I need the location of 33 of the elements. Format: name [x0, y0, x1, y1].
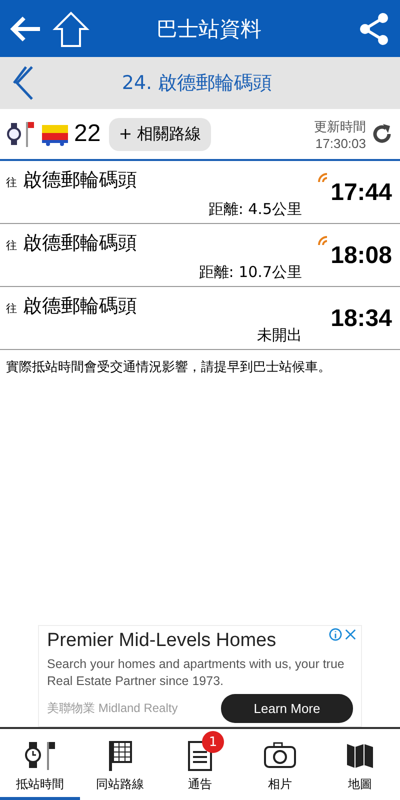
ad-card[interactable]: Premier Mid-Levels Homes Search your homes and apartments with us, your true Real Estate Partner since 1973. 美聯物業 Midland Realty Learn More [38, 625, 362, 727]
back-arrow-icon[interactable] [10, 14, 42, 42]
notice-text: 實際抵站時間會受交通情況影響，請提早到巴士站候車。 [5, 359, 332, 377]
destination-name: 啟德郵輪碼頭 [23, 294, 137, 319]
direction-label: 往 [6, 238, 17, 253]
destination-name: 啟德郵輪碼頭 [23, 168, 137, 193]
stop-title: 24. 啟德郵輪碼頭 [120, 71, 274, 96]
chevron-left-icon[interactable] [12, 65, 36, 101]
update-label: 更新時間 [314, 118, 366, 136]
arrival-info: 未開出 [257, 326, 302, 345]
live-signal-icon [316, 234, 329, 246]
info-icon[interactable] [329, 628, 342, 641]
watch-flag-icon [6, 119, 36, 149]
share-icon[interactable] [358, 12, 390, 46]
arrival-time: 18:08 [330, 242, 392, 270]
ad-advertiser: 美聯物業 Midland Realty [47, 700, 178, 717]
arrival-info: 距離: 4.5公里 [208, 200, 302, 219]
route-number: 22 [74, 120, 101, 148]
related-routes-button[interactable]: + 相關路線 [108, 118, 212, 150]
direction-label: 往 [6, 301, 17, 316]
ad-body: Search your homes and apartments with us, your true Real Estate Partner since 1973. [47, 656, 346, 690]
arrival-time: 18:34 [330, 305, 392, 333]
close-icon[interactable] [344, 628, 357, 641]
learn-more-button[interactable]: Learn More [221, 694, 353, 723]
update-time: 17:30:03 [315, 136, 366, 150]
destination-name: 啟德郵輪碼頭 [23, 231, 137, 256]
ad-title: Premier Mid-Levels Homes [47, 630, 278, 652]
arrival-time: 17:44 [330, 179, 392, 207]
live-signal-icon [316, 171, 329, 183]
notification-badge: 1 [202, 731, 224, 753]
screen-title: 巴士站資料 [156, 16, 262, 42]
arrival-info: 距離: 10.7公里 [198, 263, 302, 282]
direction-label: 往 [6, 175, 17, 190]
